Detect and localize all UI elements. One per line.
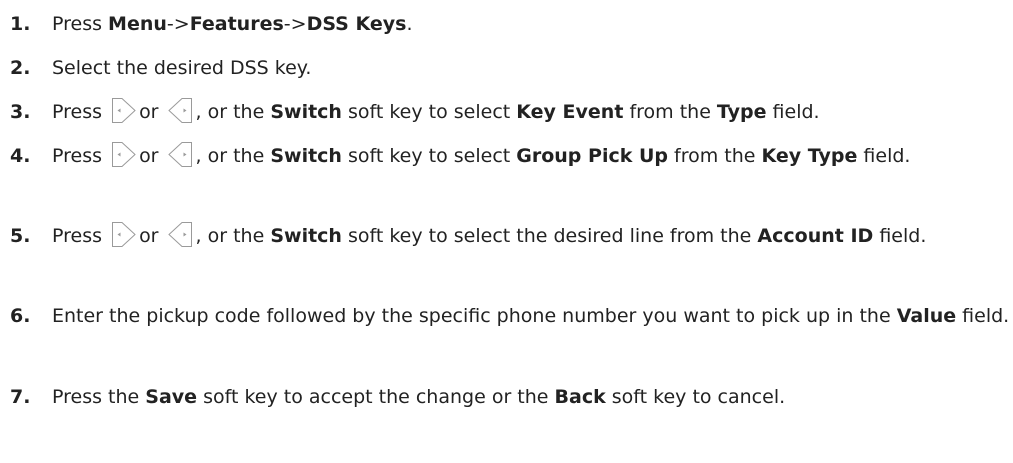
left-navigation-key-icon <box>167 141 194 168</box>
switch-label: Switch <box>270 101 342 123</box>
text-run: or <box>139 145 159 167</box>
group-pick-up-label: Group Pick Up <box>516 145 669 167</box>
step-text: Press or , or the Switch soft key to sel… <box>52 218 1010 254</box>
step-2: 2. Select the desired DSS key. <box>10 50 1010 86</box>
step-3: 3. Press or , or the Switch soft key to … <box>10 94 1010 130</box>
text-run: soft key to select <box>341 101 517 123</box>
key-event-label: Key Event <box>516 101 624 123</box>
text-run: field. <box>956 305 1010 327</box>
text-run: Press <box>52 225 103 247</box>
step-6: 6. Enter the pickup code followed by the… <box>10 298 1010 334</box>
key-type-label: Key Type <box>761 145 858 167</box>
text-run: , or the <box>195 145 271 167</box>
text-run: Press <box>52 101 103 123</box>
back-label: Back <box>554 386 606 408</box>
step-text: Press the Save soft key to accept the ch… <box>52 379 1010 415</box>
text-run: Press <box>52 13 109 35</box>
left-navigation-key-icon <box>167 97 194 124</box>
text-run: field. <box>766 101 820 123</box>
step-1: 1. Press Menu->Features->DSS Keys. <box>10 6 1010 42</box>
text-run: , or the <box>195 225 271 247</box>
text-run: soft key to accept the change or the <box>197 386 555 408</box>
step-number: 2. <box>10 57 31 79</box>
step-number: 1. <box>10 13 31 35</box>
arrow-separator: -> <box>283 13 307 35</box>
right-navigation-key-icon <box>110 97 137 124</box>
save-label: Save <box>145 386 198 408</box>
switch-label: Switch <box>270 145 342 167</box>
text-run: . <box>406 13 413 35</box>
step-number: 4. <box>10 145 31 167</box>
value-label: Value <box>896 305 957 327</box>
step-text: Press or , or the Switch soft key to sel… <box>52 94 1010 130</box>
text-run: Press <box>52 145 103 167</box>
step-text: Enter the pickup code followed by the sp… <box>52 298 1010 334</box>
step-7: 7. Press the Save soft key to accept the… <box>10 379 1010 415</box>
menu-label: Menu <box>108 13 167 35</box>
step-number: 3. <box>10 101 31 123</box>
dss-keys-label: DSS Keys <box>306 13 407 35</box>
type-label: Type <box>716 101 767 123</box>
step-text: Press or , or the Switch soft key to sel… <box>52 138 1010 174</box>
step-number: 6. <box>10 305 31 327</box>
text-run: Enter the pickup code followed by the sp… <box>52 305 897 327</box>
text-run: , or the <box>195 101 271 123</box>
step-text: Press Menu->Features->DSS Keys. <box>52 6 1010 42</box>
features-label: Features <box>189 13 284 35</box>
text-run: from the <box>623 101 717 123</box>
account-id-label: Account ID <box>757 225 874 247</box>
step-number: 5. <box>10 225 31 247</box>
text-run: field. <box>857 145 911 167</box>
right-navigation-key-icon <box>110 141 137 168</box>
step-number: 7. <box>10 386 31 408</box>
switch-label: Switch <box>270 225 342 247</box>
text-run: soft key to cancel. <box>605 386 786 408</box>
text-run: soft key to select the desired line from… <box>341 225 758 247</box>
step-4: 4. Press or , or the Switch soft key to … <box>10 138 1010 174</box>
arrow-separator: -> <box>166 13 190 35</box>
text-run: soft key to select <box>341 145 517 167</box>
text-run: field. <box>873 225 927 247</box>
step-5: 5. Press or , or the Switch soft key to … <box>10 218 1010 254</box>
text-run: Press the <box>52 386 146 408</box>
right-navigation-key-icon <box>110 221 137 248</box>
left-navigation-key-icon <box>167 221 194 248</box>
step-text: Select the desired DSS key. <box>52 57 312 79</box>
text-run: from the <box>668 145 762 167</box>
text-run: or <box>139 101 159 123</box>
text-run: or <box>139 225 159 247</box>
